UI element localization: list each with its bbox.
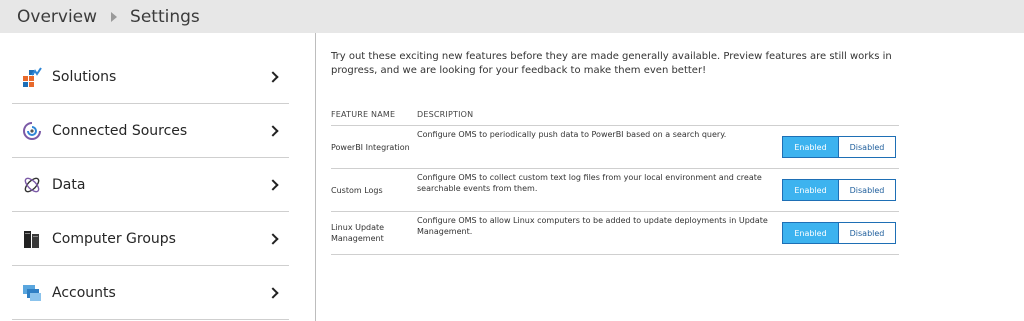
breadcrumb-separator-icon xyxy=(111,11,118,22)
feature-toggle: Enabled Disabled xyxy=(782,222,896,244)
preview-features-panel: Try out these exciting new features befo… xyxy=(331,50,901,255)
feature-toggle: Enabled Disabled xyxy=(782,179,896,201)
table-row: PowerBI Integration Configure OMS to per… xyxy=(331,126,899,169)
sidebar-item-label: Data xyxy=(52,176,86,193)
table-row: Custom Logs Configure OMS to collect cus… xyxy=(331,169,899,212)
sidebar-item-label: Accounts xyxy=(52,284,116,301)
features-table: FEATURE NAME DESCRIPTION PowerBI Integra… xyxy=(331,110,899,255)
connected-sources-icon xyxy=(22,121,42,141)
feature-toggle: Enabled Disabled xyxy=(782,136,896,158)
enabled-button[interactable]: Enabled xyxy=(783,180,839,200)
chevron-right-icon xyxy=(267,286,279,299)
feature-description: Configure OMS to periodically push data … xyxy=(417,130,727,139)
feature-name: PowerBI Integration xyxy=(331,142,410,152)
breadcrumb-overview[interactable]: Overview xyxy=(17,7,97,27)
accounts-icon xyxy=(22,283,42,303)
enabled-button[interactable]: Enabled xyxy=(783,137,839,157)
table-header: FEATURE NAME DESCRIPTION xyxy=(331,110,899,126)
computer-groups-icon xyxy=(22,229,42,249)
sidebar-item-label: Solutions xyxy=(52,68,117,85)
sidebar-item-accounts[interactable]: Accounts xyxy=(12,266,289,320)
table-row: Linux Update Management Configure OMS to… xyxy=(331,212,899,255)
feature-name: Linux Update Management xyxy=(331,223,385,243)
header-feature-name: FEATURE NAME xyxy=(331,110,396,119)
data-icon xyxy=(22,175,42,195)
chevron-right-icon xyxy=(267,178,279,191)
intro-text: Try out these exciting new features befo… xyxy=(331,51,892,76)
sidebar-item-label: Computer Groups xyxy=(52,230,176,247)
sidebar-item-data[interactable]: Data xyxy=(12,158,289,212)
enabled-button[interactable]: Enabled xyxy=(783,223,839,243)
chevron-right-icon xyxy=(267,232,279,245)
chevron-right-icon xyxy=(267,70,279,83)
feature-description: Configure OMS to allow Linux computers t… xyxy=(417,216,768,236)
breadcrumb-settings: Settings xyxy=(130,6,200,27)
disabled-button[interactable]: Disabled xyxy=(839,180,895,200)
solutions-icon xyxy=(22,66,42,87)
feature-description: Configure OMS to collect custom text log… xyxy=(417,173,762,193)
disabled-button[interactable]: Disabled xyxy=(839,137,895,157)
header-description: DESCRIPTION xyxy=(417,110,474,119)
panel-divider xyxy=(315,33,316,321)
chevron-right-icon xyxy=(267,124,279,137)
breadcrumb: Overview Settings xyxy=(0,0,1024,33)
sidebar: Solutions Connected Sources Data Compute… xyxy=(12,50,289,320)
sidebar-item-label: Connected Sources xyxy=(52,122,188,139)
feature-name: Custom Logs xyxy=(331,185,383,195)
sidebar-item-computer-groups[interactable]: Computer Groups xyxy=(12,212,289,266)
sidebar-item-solutions[interactable]: Solutions xyxy=(12,50,289,104)
disabled-button[interactable]: Disabled xyxy=(839,223,895,243)
sidebar-item-connected-sources[interactable]: Connected Sources xyxy=(12,104,289,158)
